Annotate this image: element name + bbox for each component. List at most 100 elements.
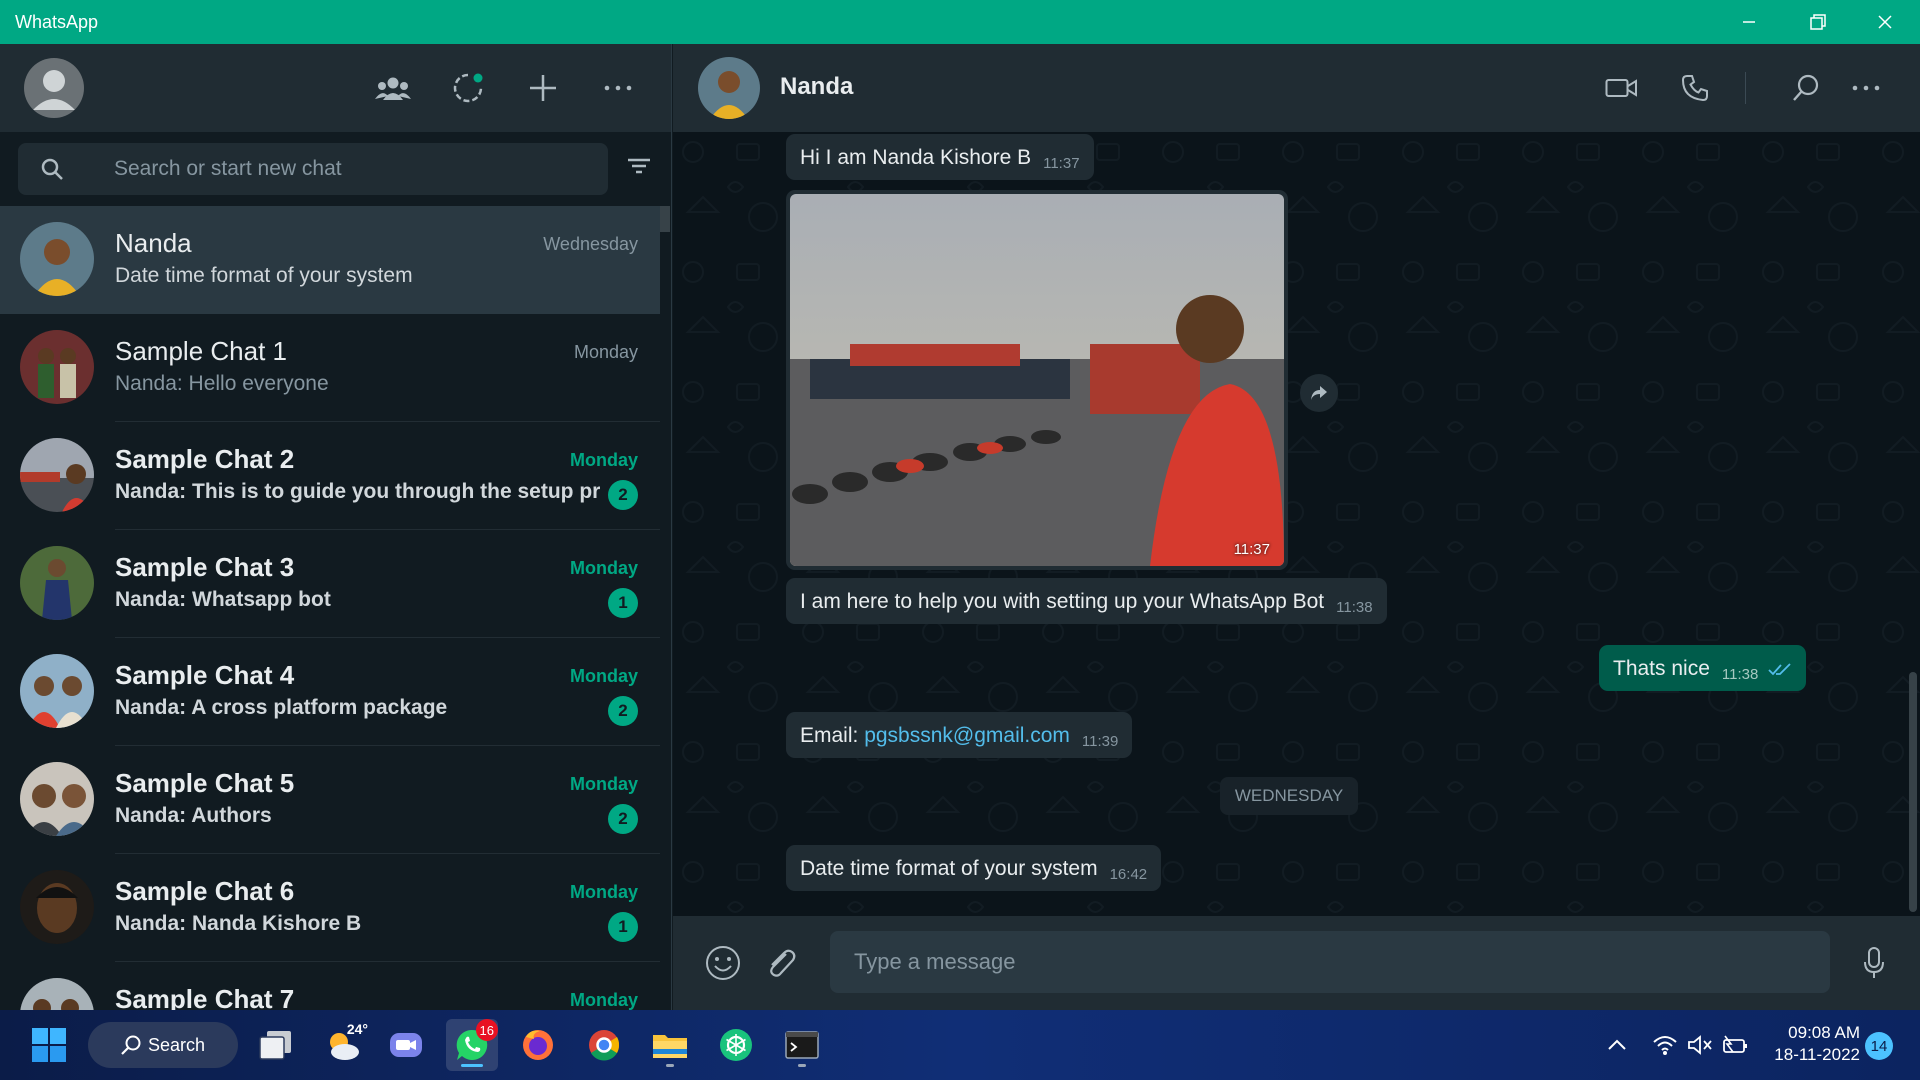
attach-button[interactable]	[758, 940, 804, 986]
contact-avatar[interactable]	[698, 57, 760, 119]
chat-list: Nanda Date time format of your system We…	[0, 206, 660, 1052]
active-app-indicator	[461, 1064, 483, 1067]
running-app-indicator	[798, 1064, 806, 1067]
taskbar-whatsapp-button[interactable]: 16	[446, 1019, 498, 1071]
search-icon	[121, 1035, 141, 1055]
message-text: Thats nice	[1613, 657, 1710, 680]
start-button[interactable]	[23, 1019, 75, 1071]
close-button[interactable]	[1852, 0, 1918, 44]
chat-item-nanda[interactable]: Nanda Date time format of your system We…	[0, 206, 660, 314]
show-hidden-icons-button[interactable]	[1602, 1030, 1632, 1060]
status-icon	[453, 73, 483, 103]
title-bar: WhatsApp	[0, 0, 1920, 44]
my-avatar[interactable]	[24, 58, 84, 118]
chat-time: Monday	[569, 666, 638, 686]
chat-name: Sample Chat 1	[115, 336, 287, 366]
avatar	[20, 762, 94, 836]
chat-name: Sample Chat 4	[115, 660, 295, 690]
forward-button[interactable]	[1300, 374, 1338, 412]
taskbar-file-explorer-button[interactable]	[644, 1019, 696, 1071]
chat-preview: Nanda: This is to guide you through the …	[115, 480, 600, 503]
chat-item-sample-3[interactable]: Sample Chat 3 Nanda: Whatsapp bot Monday…	[0, 530, 660, 638]
taskbar-terminal-button[interactable]	[776, 1019, 828, 1071]
message-outgoing[interactable]: Thats nice 11:38	[1599, 645, 1807, 691]
message-incoming[interactable]: Email: pgsbssnk@gmail.com 11:39	[786, 712, 1133, 758]
system-clock[interactable]: 09:08 AM 18-11-2022	[1764, 1022, 1860, 1066]
voice-message-button[interactable]	[1851, 940, 1897, 986]
task-view-button[interactable]	[250, 1019, 302, 1071]
notification-badge[interactable]: 14	[1865, 1032, 1893, 1060]
message-incoming[interactable]: Hi I am Nanda Kishore B 11:37	[786, 134, 1094, 180]
chat-item-sample-6[interactable]: Sample Chat 6 Nanda: Nanda Kishore B Mon…	[0, 854, 660, 962]
contact-name[interactable]: Nanda	[780, 73, 853, 101]
email-link[interactable]: pgsbssnk@gmail.com	[864, 724, 1070, 747]
date-separator: WEDNESDAY	[1220, 777, 1358, 815]
battery-status[interactable]	[1720, 1030, 1750, 1060]
message-composer	[673, 916, 1920, 1010]
photo[interactable]: 11:37	[790, 194, 1284, 566]
unread-badge: 2	[608, 696, 638, 726]
taskbar-chrome-button[interactable]	[578, 1019, 630, 1071]
chat-item-sample-4[interactable]: Sample Chat 4 Nanda: A cross platform pa…	[0, 638, 660, 746]
conversation-header[interactable]: Nanda	[673, 44, 1920, 132]
taskbar-chatgpt-button[interactable]	[710, 1019, 762, 1071]
message-time: 11:39	[1081, 733, 1119, 750]
paperclip-icon	[770, 949, 796, 977]
weather-widget[interactable]: 24°	[316, 1019, 368, 1071]
chat-item-sample-1[interactable]: Sample Chat 1 Nanda: Hello everyone Mond…	[0, 314, 660, 422]
chat-preview: Nanda: Hello everyone	[115, 372, 329, 395]
windows-logo-icon	[32, 1028, 66, 1062]
more-horizontal-icon	[604, 85, 632, 91]
taskbar-firefox-button[interactable]	[512, 1019, 564, 1071]
message-incoming[interactable]: Date time format of your system 16:42	[786, 845, 1162, 891]
emoji-button[interactable]	[700, 940, 746, 986]
chat-preview: Nanda: Whatsapp bot	[115, 588, 331, 611]
taskbar-search[interactable]: Search	[88, 1022, 238, 1068]
chat-preview: Nanda: Nanda Kishore B	[115, 912, 362, 935]
sidebar-menu-button[interactable]	[596, 66, 640, 110]
chevron-up-icon	[1608, 1039, 1626, 1050]
conversation-menu-button[interactable]	[1844, 66, 1888, 110]
chat-time: Wednesday	[543, 234, 638, 254]
conversation-scrollbar[interactable]	[1909, 672, 1917, 912]
restore-button[interactable]	[1785, 0, 1851, 44]
sidebar-scrollbar[interactable]	[660, 206, 670, 232]
message-incoming[interactable]: I am here to help you with setting up yo…	[786, 578, 1387, 624]
chat-time: Monday	[569, 882, 638, 902]
wifi-status[interactable]	[1650, 1030, 1680, 1060]
photo-image	[790, 194, 1284, 566]
phone-icon	[1681, 75, 1708, 102]
unread-badge: 1	[608, 912, 638, 942]
minimize-button[interactable]	[1716, 0, 1782, 44]
chat-name: Nanda	[115, 228, 192, 258]
restore-icon	[1810, 14, 1826, 30]
running-app-indicator	[666, 1064, 674, 1067]
sidebar-header	[0, 44, 671, 132]
whatsapp-window: WhatsApp Search or start new chat Nanda …	[0, 0, 1920, 1080]
search-box	[18, 143, 608, 195]
communities-button[interactable]	[371, 66, 415, 110]
message-area[interactable]: Hi I am Nanda Kishore B 11:37 11:37 I am…	[673, 132, 1920, 916]
chat-time: Monday	[569, 558, 638, 578]
video-chat-icon	[390, 1033, 422, 1057]
status-button[interactable]	[446, 66, 490, 110]
message-text: Date time format of your system	[800, 857, 1098, 880]
filter-icon[interactable]	[626, 154, 652, 178]
whatsapp-unread-badge: 16	[475, 1019, 498, 1041]
volume-muted-icon	[1688, 1035, 1712, 1055]
message-time: 11:38	[1721, 666, 1759, 683]
search-input[interactable]	[114, 153, 594, 185]
volume-status[interactable]	[1685, 1030, 1715, 1060]
voice-call-button[interactable]	[1673, 66, 1717, 110]
search-messages-button[interactable]	[1784, 66, 1828, 110]
taskbar-meet-button[interactable]	[380, 1019, 432, 1071]
more-horizontal-icon	[1852, 85, 1880, 91]
message-input[interactable]	[830, 931, 1830, 993]
task-view-icon	[259, 1031, 291, 1060]
video-call-button[interactable]	[1599, 66, 1643, 110]
new-chat-button[interactable]	[521, 66, 565, 110]
chat-item-sample-5[interactable]: Sample Chat 5 Nanda: Authors Monday 2	[0, 746, 660, 854]
chat-item-sample-2[interactable]: Sample Chat 2 Nanda: This is to guide yo…	[0, 422, 660, 530]
image-message[interactable]: 11:37	[786, 190, 1288, 570]
video-camera-icon	[1605, 79, 1637, 97]
